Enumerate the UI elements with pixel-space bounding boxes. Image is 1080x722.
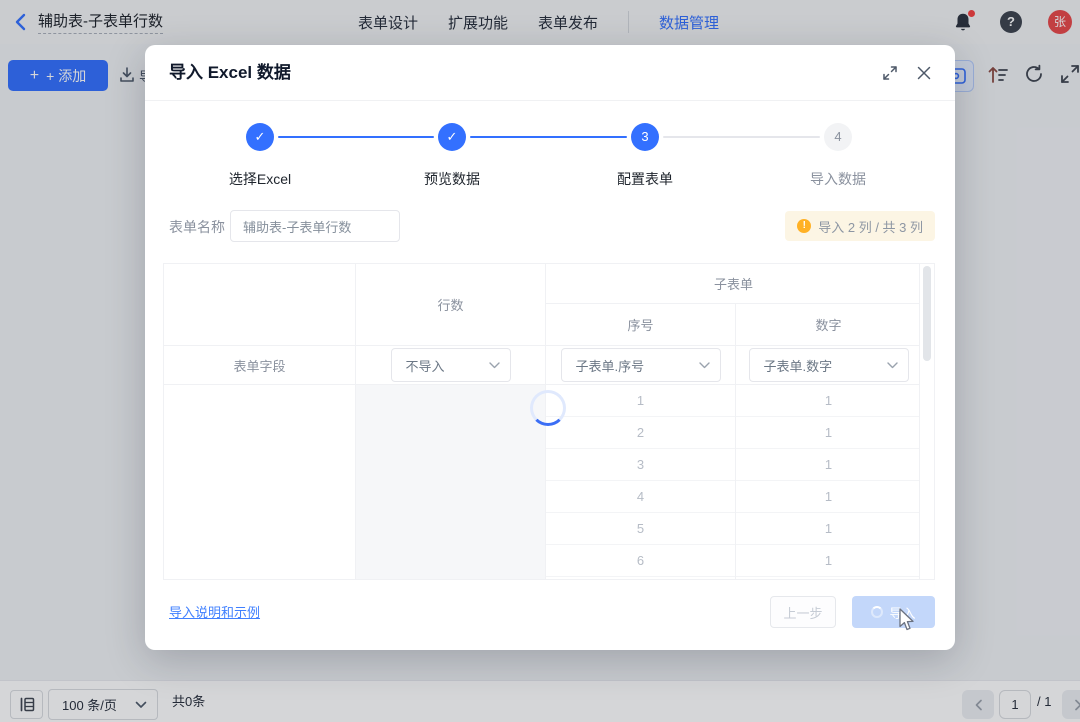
- step2-label: 预览数据: [382, 169, 522, 189]
- mapping-value: 子表单.序号: [576, 356, 645, 375]
- step-connector-2: [470, 136, 627, 138]
- corner-cell: [164, 264, 356, 345]
- dialog-title: 导入 Excel 数据: [169, 45, 291, 101]
- table-cell: 1: [736, 481, 921, 513]
- import-help-link[interactable]: 导入说明和示例: [169, 602, 260, 621]
- step4-label: 导入数据: [768, 169, 908, 189]
- badge-text: 导入 2 列 / 共 3 列: [818, 217, 923, 236]
- seq-column: 1 2 3 4 5 6: [546, 385, 736, 580]
- import-button[interactable]: 导入: [852, 596, 935, 628]
- column-group-subform: 子表单 序号 数字: [546, 264, 921, 345]
- mapping-value: 不导入: [406, 356, 445, 375]
- step4-circle: 4: [824, 123, 852, 151]
- previous-step-button[interactable]: 上一步: [770, 596, 836, 628]
- mapping-value: 子表单.数字: [764, 356, 833, 375]
- table-cell: 1: [736, 385, 921, 417]
- step-connector-3: [663, 136, 820, 138]
- number-column: 1 1 1 1 1 1: [736, 385, 921, 580]
- mapping-select-number[interactable]: 子表单.数字: [749, 348, 909, 382]
- chevron-down-icon: [489, 362, 500, 369]
- column-header-number: 数字: [736, 304, 921, 345]
- import-excel-dialog: 导入 Excel 数据 ✓ ✓ 3 4 选择Excel 预览数据 配置表单 导入…: [145, 45, 955, 650]
- close-icon[interactable]: [916, 65, 932, 81]
- table-cell: 4: [546, 481, 735, 513]
- form-name-input[interactable]: [230, 210, 400, 242]
- warning-icon: !: [797, 219, 811, 233]
- form-name-label: 表单名称: [169, 217, 225, 237]
- empty-column: [164, 385, 356, 580]
- import-columns-badge: ! 导入 2 列 / 共 3 列: [785, 211, 935, 241]
- column-header-rowcount: 行数: [356, 264, 546, 345]
- button-loading-icon: [871, 606, 883, 618]
- step3-label: 配置表单: [575, 169, 715, 189]
- chevron-down-icon: [887, 362, 898, 369]
- table-cell: 6: [546, 545, 735, 577]
- column-header-seq: 序号: [546, 304, 736, 345]
- table-cell: 2: [546, 417, 735, 449]
- step-connector-1: [278, 136, 434, 138]
- table-cell: 1: [736, 513, 921, 545]
- expand-icon[interactable]: [882, 65, 898, 81]
- check-icon: ✓: [255, 129, 266, 144]
- table-cell: 3: [546, 449, 735, 481]
- table-cell: 1: [736, 417, 921, 449]
- mapping-select-seq[interactable]: 子表单.序号: [561, 348, 721, 382]
- mapping-cell-seq: 子表单.序号: [546, 346, 736, 384]
- loading-spinner-icon: [530, 390, 566, 426]
- step2-circle: ✓: [438, 123, 466, 151]
- dialog-header: 导入 Excel 数据: [145, 45, 955, 101]
- check-icon: ✓: [447, 129, 458, 144]
- table-cell: 1: [546, 385, 735, 417]
- mapping-cell-rowcount: 不导入: [356, 346, 546, 384]
- app-window: 辅助表-子表单行数 表单设计 扩展功能 表单发布 数据管理 ? 张 + + 添加…: [0, 0, 1080, 722]
- group-header-subform: 子表单: [546, 264, 921, 304]
- chevron-down-icon: [699, 362, 710, 369]
- mapping-select-rowcount[interactable]: 不导入: [391, 348, 511, 382]
- table-header: 行数 子表单 序号 数字: [164, 264, 934, 345]
- table-scrollbar-thumb[interactable]: [923, 266, 931, 361]
- field-row-label: 表单字段: [164, 346, 356, 384]
- table-cell: 1: [736, 545, 921, 577]
- step1-circle: ✓: [246, 123, 274, 151]
- step3-circle: 3: [631, 123, 659, 151]
- mouse-cursor: [897, 608, 917, 637]
- table-scrollbar-track: [919, 264, 934, 580]
- table-cell: 5: [546, 513, 735, 545]
- step1-label: 选择Excel: [190, 169, 330, 189]
- skipped-column: [356, 385, 546, 580]
- field-mapping-row: 表单字段 不导入 子表单.序号 子表单.数字: [164, 345, 934, 385]
- table-cell: 1: [736, 449, 921, 481]
- mapping-cell-number: 子表单.数字: [736, 346, 921, 384]
